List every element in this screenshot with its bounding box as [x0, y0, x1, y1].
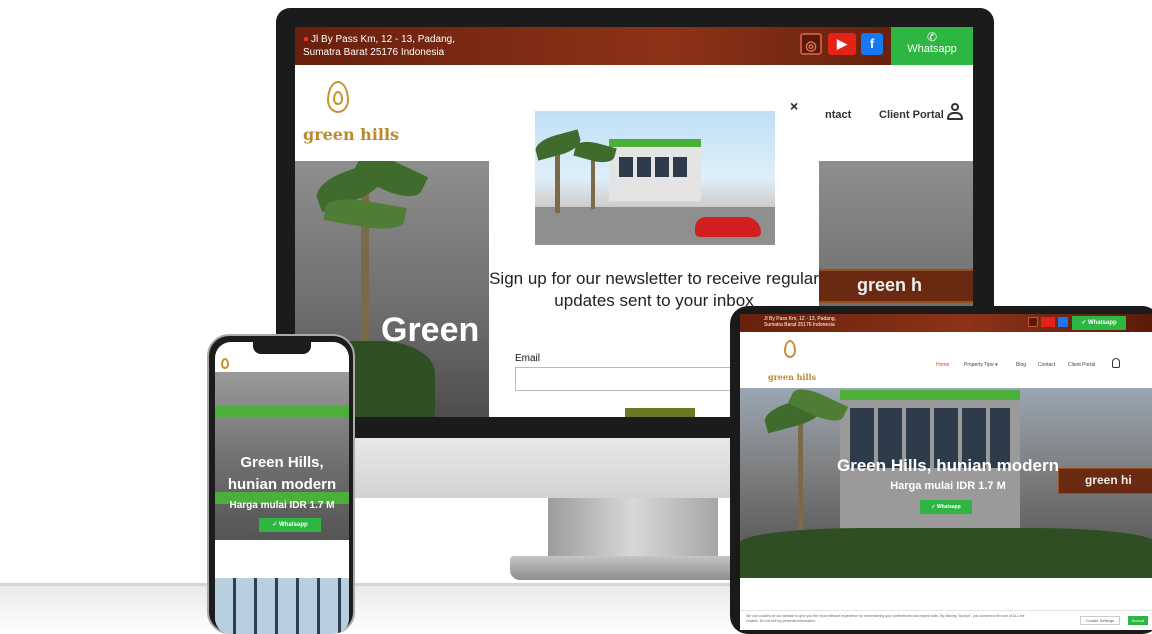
tablet-hero-whatsapp-button[interactable]: ✓ Whatsapp — [920, 500, 972, 514]
tablet-hero-subtitle: Harga mulai IDR 1.7 M — [890, 480, 1006, 492]
floor-line — [0, 583, 760, 586]
tablet-screen: Jl By Pass Km, 12 - 13, Padang, Sumatra … — [740, 314, 1152, 630]
shrubs — [740, 528, 1152, 578]
hero-sign: green h — [815, 269, 973, 303]
whatsapp-label: Whatsapp — [907, 43, 957, 55]
hero-title: Green — [381, 311, 480, 349]
tablet-hero: green hi Green Hills, hunian modern Harg… — [740, 388, 1152, 578]
nav-property-tipe[interactable]: Property Tipe ▾ — [964, 362, 998, 368]
cookie-banner: We use cookies on our website to give yo… — [740, 610, 1152, 630]
phone-hero-subtitle: Harga mulai IDR 1.7 M — [229, 500, 335, 511]
phone-screen: Green Hills, hunian modern Harga mulai I… — [215, 342, 349, 634]
palm-tree — [555, 151, 560, 213]
nav-contact[interactable]: Contact — [1038, 362, 1055, 368]
tablet-device: Jl By Pass Km, 12 - 13, Padang, Sumatra … — [730, 306, 1152, 634]
hero-sign-text: green h — [857, 275, 923, 295]
facebook-icon[interactable]: f — [861, 33, 883, 55]
phone-whatsapp-button[interactable]: ✓ Whatsapp — [259, 518, 321, 532]
phone-notch — [253, 342, 311, 354]
phone-icon: ✆ — [926, 30, 938, 44]
phone-hero-title: Green Hills, hunian modern — [227, 454, 337, 493]
whatsapp-button[interactable]: ✆ Whatsapp — [891, 27, 973, 65]
user-icon-body — [947, 112, 963, 120]
phone-device: Green Hills, hunian modern Harga mulai I… — [207, 334, 355, 634]
subscribe-button[interactable] — [625, 408, 695, 417]
building-roof-green — [840, 390, 1020, 400]
youtube-icon[interactable]: ▶ — [828, 33, 856, 55]
map-pin-icon: ● — [303, 34, 310, 45]
cookie-settings-button[interactable]: Cookie Settings — [1080, 616, 1120, 625]
red-car — [695, 217, 761, 237]
user-icon-head — [951, 103, 959, 111]
youtube-icon[interactable] — [1041, 317, 1055, 327]
tablet-address-line-2: Sumatra Barat 25176 Indonesia — [764, 322, 835, 328]
monitor-stand-base — [510, 556, 760, 580]
cookie-accept-button[interactable]: Accept — [1128, 616, 1148, 625]
logo-text[interactable]: green hills — [303, 125, 399, 144]
address-line-1: Jl By Pass Km, 12 - 13, Padang, — [311, 34, 456, 45]
tablet-address: Jl By Pass Km, 12 - 13, Padang, Sumatra … — [764, 316, 836, 328]
instagram-icon[interactable] — [1028, 317, 1038, 327]
email-label: Email — [515, 353, 541, 364]
instagram-icon[interactable]: ◎ — [800, 33, 822, 55]
device-mockup-stage: ● Jl By Pass Km, 12 - 13, Padang, Sumatra… — [0, 0, 1152, 634]
phone-hero: Green Hills, hunian modern Harga mulai I… — [215, 372, 349, 540]
tablet-logo-text[interactable]: green hills — [768, 372, 816, 382]
tablet-hero-title: Green Hills, hunian modern — [837, 456, 1059, 475]
desktop-address: ● Jl By Pass Km, 12 - 13, Padang, Sumatra… — [303, 33, 503, 59]
close-icon[interactable]: × — [790, 98, 798, 114]
facebook-icon[interactable] — [1058, 317, 1068, 327]
building-roof-green — [215, 406, 349, 418]
nav-client-portal[interactable]: Client Portal — [1068, 362, 1095, 368]
nav-home[interactable]: Home — [936, 362, 949, 368]
desktop-topbar: ● Jl By Pass Km, 12 - 13, Padang, Sumatra… — [295, 27, 973, 65]
cookie-text: We use cookies on our website to give yo… — [746, 614, 1025, 623]
monitor-stand — [548, 498, 718, 560]
nav-blog[interactable]: Blog — [1016, 362, 1026, 368]
modal-building-image — [535, 111, 775, 245]
tablet-topbar: Jl By Pass Km, 12 - 13, Padang, Sumatra … — [740, 314, 1152, 332]
user-icon[interactable] — [1112, 358, 1120, 368]
palm-tree — [591, 157, 595, 209]
nav-client-portal[interactable]: Client Portal — [879, 109, 944, 121]
tablet-header: green hills Home Property Tipe ▾ Blog Co… — [740, 332, 1152, 388]
tablet-whatsapp-button[interactable]: ✓ Whatsapp — [1072, 316, 1126, 330]
address-line-2: Sumatra Barat 25176 Indonesia — [303, 47, 445, 58]
logo-inner-leaf — [333, 91, 343, 105]
nav-contact[interactable]: ntact — [825, 109, 851, 121]
green-hills-logo-icon[interactable] — [221, 358, 229, 369]
user-icon[interactable] — [947, 103, 963, 121]
green-hills-logo-icon[interactable] — [784, 340, 796, 358]
phone-building-image — [215, 578, 349, 634]
building-windows — [619, 157, 691, 177]
